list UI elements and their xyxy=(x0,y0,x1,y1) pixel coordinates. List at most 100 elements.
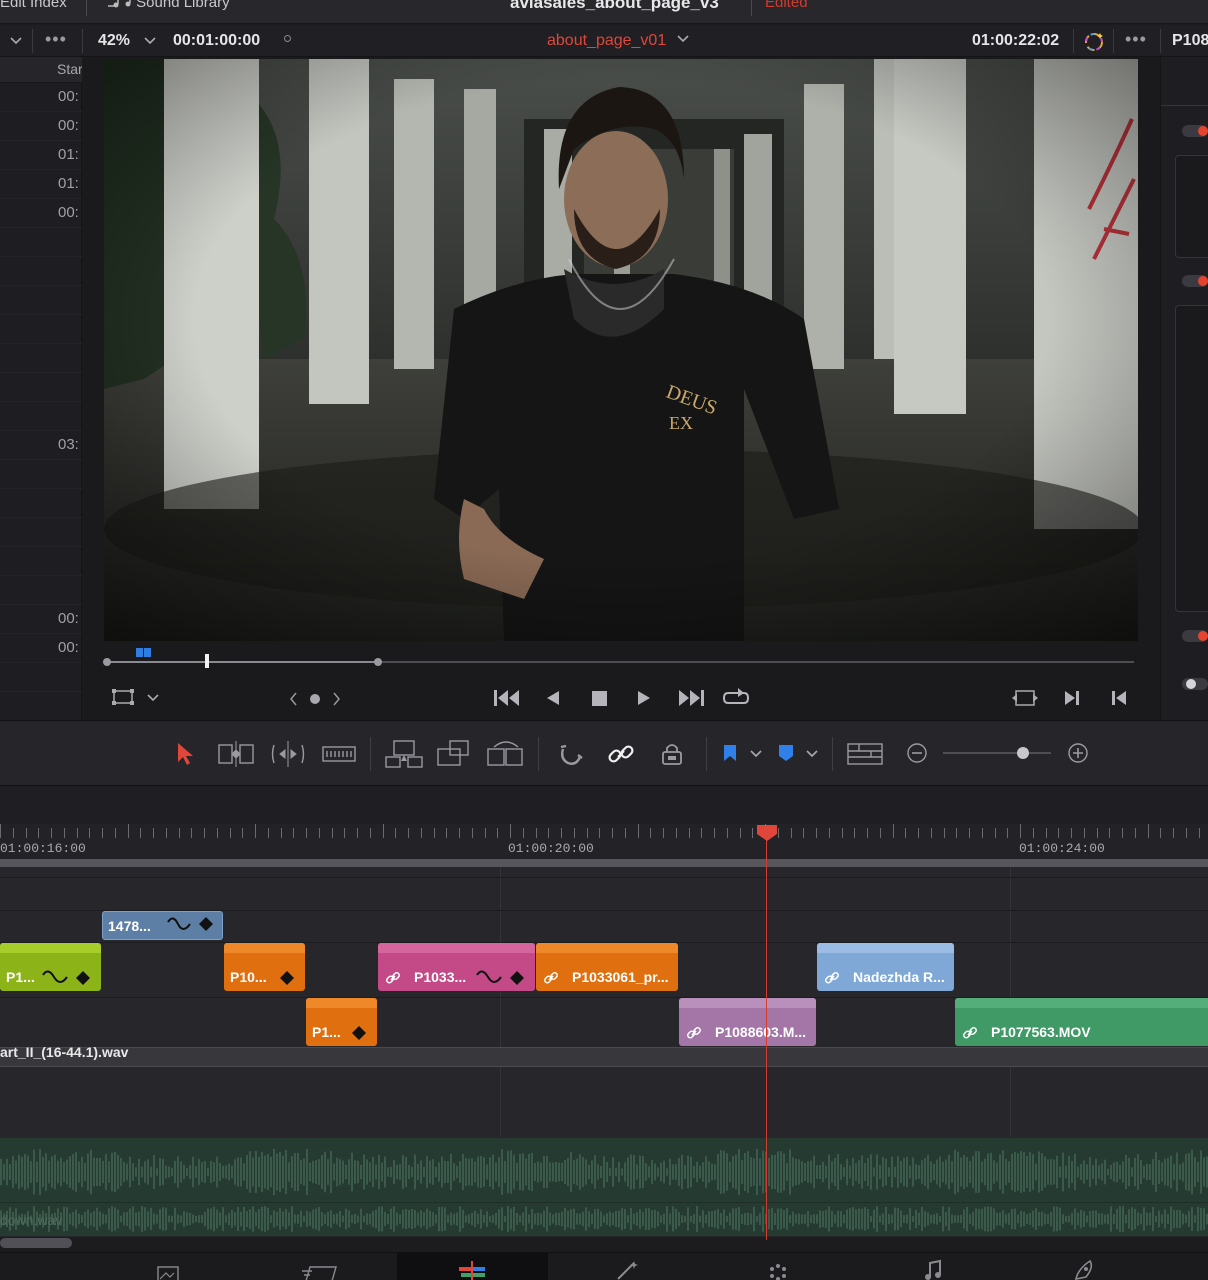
list-item[interactable] xyxy=(0,257,82,286)
video-frame[interactable]: DEUS EX xyxy=(104,59,1138,641)
waveform-bar xyxy=(147,1211,149,1227)
timeline-scrollbar[interactable] xyxy=(0,1238,72,1248)
play-icon[interactable] xyxy=(635,689,653,707)
position-lock-icon[interactable] xyxy=(660,740,684,768)
list-item[interactable]: 00: xyxy=(0,634,82,663)
list-item[interactable] xyxy=(0,547,82,576)
list-item[interactable] xyxy=(0,373,82,402)
playhead-handle[interactable] xyxy=(756,824,778,842)
list-item[interactable] xyxy=(0,518,82,547)
zoom-slider-handle[interactable] xyxy=(1017,747,1029,759)
viewer-size-icon[interactable] xyxy=(112,688,134,706)
media-page-icon[interactable] xyxy=(156,1263,180,1280)
marker-icon[interactable] xyxy=(136,648,152,660)
scrubber-playhead[interactable] xyxy=(205,654,209,668)
selection-tool-icon[interactable] xyxy=(176,742,194,766)
waveform-bar xyxy=(591,1160,593,1184)
stop-icon[interactable] xyxy=(590,689,608,707)
list-item[interactable]: 00: xyxy=(0,199,82,228)
zoom-level[interactable]: 42% xyxy=(98,32,130,50)
list-item[interactable]: 03: xyxy=(0,431,82,460)
trim-tool-icon[interactable] xyxy=(218,741,254,767)
zoom-out-icon[interactable] xyxy=(906,742,928,764)
list-item[interactable] xyxy=(0,663,82,692)
list-item[interactable] xyxy=(0,489,82,518)
play-reverse-icon[interactable] xyxy=(544,689,562,707)
list-item[interactable] xyxy=(0,344,82,373)
jog-control-icon[interactable] xyxy=(288,690,342,708)
timeline-clip[interactable]: P1033... xyxy=(378,943,535,991)
timeline-clip[interactable]: P1... xyxy=(306,998,377,1046)
linked-selection-icon[interactable] xyxy=(607,740,635,768)
inspector-toggle[interactable] xyxy=(1182,125,1208,137)
waveform-bar xyxy=(795,1158,797,1186)
insert-clip-icon[interactable] xyxy=(384,739,424,769)
timeline-clip-title[interactable]: 1478... xyxy=(102,911,223,940)
loop-icon[interactable] xyxy=(722,687,750,709)
inspector-toggle-off[interactable] xyxy=(1182,678,1208,690)
list-item[interactable] xyxy=(0,576,82,605)
color-wheel-icon[interactable] xyxy=(1082,29,1106,53)
edit-index-tab[interactable]: Edit Index xyxy=(0,0,67,11)
zoom-in-icon[interactable] xyxy=(1067,742,1089,764)
timeline-view-options-icon[interactable] xyxy=(847,742,883,766)
snapping-icon[interactable] xyxy=(558,741,584,767)
zoom-dropdown-icon[interactable] xyxy=(144,35,156,47)
inspector-toggle[interactable] xyxy=(1182,630,1208,642)
list-item[interactable] xyxy=(0,228,82,257)
marker-dropdown-icon[interactable] xyxy=(806,748,818,760)
marker-tool-icon[interactable] xyxy=(778,743,794,765)
zoom-slider-track[interactable] xyxy=(943,752,1051,754)
timeline-clip[interactable]: Nadezhda R... xyxy=(817,943,954,991)
list-item[interactable]: 01: xyxy=(0,141,82,170)
source-timecode[interactable]: 00:01:00:00 xyxy=(173,32,260,50)
deliver-page-icon[interactable] xyxy=(1072,1259,1098,1280)
viewer-options-button[interactable]: ••• xyxy=(1125,29,1147,50)
media-options-button[interactable]: ••• xyxy=(45,29,67,50)
list-item[interactable] xyxy=(0,402,82,431)
timeline-clip[interactable]: P1088603.M... xyxy=(679,998,816,1046)
timeline-clip[interactable]: P1033061_pr... xyxy=(536,943,678,991)
scrubber-end-handle[interactable] xyxy=(374,658,382,666)
timeline-dropdown-icon[interactable] xyxy=(677,33,689,45)
viewer-size-dropdown-icon[interactable] xyxy=(147,692,159,704)
list-item[interactable]: 00: xyxy=(0,83,82,112)
edit-page-tab-active[interactable] xyxy=(397,1253,548,1280)
sound-library-tab[interactable]: Sound Library xyxy=(106,0,230,11)
list-item[interactable] xyxy=(0,286,82,315)
timeline-playhead[interactable] xyxy=(766,832,767,1240)
timeline-clip[interactable]: P1077563.MOV xyxy=(955,998,1208,1046)
flag-icon[interactable] xyxy=(722,743,738,765)
chevron-down-icon[interactable] xyxy=(10,35,22,47)
replace-clip-icon[interactable] xyxy=(486,739,526,769)
go-to-start-icon[interactable] xyxy=(493,688,521,708)
waveform-bar xyxy=(1059,1207,1061,1231)
record-timecode[interactable]: 01:00:22:02 xyxy=(972,32,1059,50)
cut-page-icon[interactable] xyxy=(302,1263,338,1280)
list-item[interactable]: 00: xyxy=(0,605,82,634)
timeline-name[interactable]: about_page_v01 xyxy=(547,32,689,50)
overwrite-clip-icon[interactable] xyxy=(436,739,472,769)
waveform-bar xyxy=(873,1209,875,1229)
previous-edit-icon[interactable] xyxy=(1110,689,1128,707)
fusion-page-icon[interactable] xyxy=(614,1259,642,1280)
go-to-end-icon[interactable] xyxy=(677,688,705,708)
list-item[interactable] xyxy=(0,315,82,344)
color-page-icon[interactable] xyxy=(766,1261,790,1280)
inspector-toggle[interactable] xyxy=(1182,275,1208,287)
list-item[interactable]: 00: xyxy=(0,112,82,141)
blade-tool-icon[interactable] xyxy=(322,743,356,765)
timeline-clip[interactable]: P10... xyxy=(224,943,305,991)
flag-dropdown-icon[interactable] xyxy=(750,748,762,760)
fairlight-page-icon[interactable] xyxy=(922,1259,944,1280)
list-item[interactable]: 01: xyxy=(0,170,82,199)
match-frame-icon[interactable] xyxy=(1012,688,1038,708)
dynamic-trim-icon[interactable] xyxy=(270,741,306,767)
next-edit-icon[interactable] xyxy=(1063,689,1081,707)
timeline-clip[interactable]: P1... xyxy=(0,943,101,991)
column-header-start[interactable]: Star xyxy=(0,57,83,83)
scrubber-start-handle[interactable] xyxy=(103,658,111,666)
audio-clip[interactable] xyxy=(0,1138,1208,1236)
waveform-bar xyxy=(714,1164,716,1180)
list-item[interactable] xyxy=(0,460,82,489)
